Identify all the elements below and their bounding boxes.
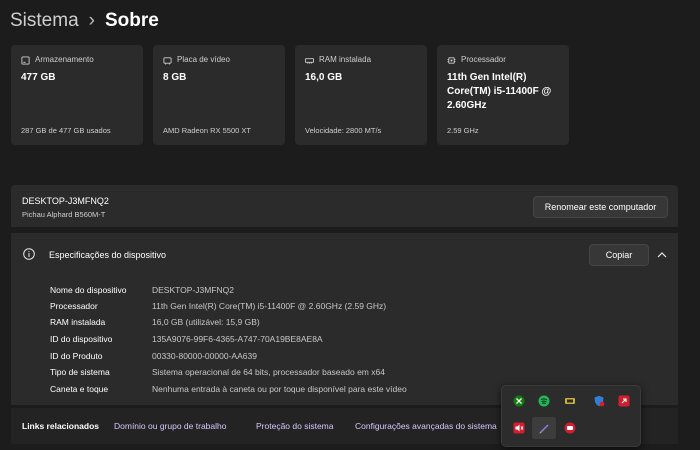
spec-value: Nenhuma entrada à caneta ou por toque di… (152, 384, 407, 394)
copy-button[interactable]: Copiar (589, 244, 649, 266)
spec-key: Nome do dispositivo (50, 285, 127, 295)
card-label: Armazenamento (35, 55, 94, 64)
card-value: 477 GB (21, 72, 56, 83)
storage-card[interactable]: Armazenamento 477 GB 287 GB de 477 GB us… (11, 45, 143, 145)
spec-key: ID do Produto (50, 351, 103, 361)
spec-key: Caneta e toque (50, 384, 109, 394)
storage-icon (21, 56, 30, 65)
cpu-card[interactable]: Processador 11th Gen Intel(R) Core(TM) i… (437, 45, 569, 145)
gpu-card[interactable]: Placa de vídeo 8 GB AMD Radeon RX 5500 X… (153, 45, 285, 145)
card-value: 16,0 GB (305, 72, 343, 83)
card-detail: 2.59 GHz (447, 126, 479, 135)
link-advanced-system-settings[interactable]: Configurações avançadas do sistema (355, 421, 497, 431)
amd-software-icon[interactable] (564, 422, 576, 434)
card-detail: 287 GB de 477 GB usados (21, 126, 111, 135)
card-label: RAM instalada (319, 55, 372, 64)
spec-value: Sistema operacional de 64 bits, processa… (152, 367, 385, 377)
card-detail: AMD Radeon RX 5500 XT (163, 126, 251, 135)
spec-value: 16,0 GB (utilizável: 15,9 GB) (152, 317, 260, 327)
link-domain-workgroup[interactable]: Domínio ou grupo de trabalho (114, 421, 226, 431)
rename-pc-button[interactable]: Renomear este computador (533, 196, 668, 218)
cpu-icon (447, 57, 456, 64)
link-system-protection[interactable]: Proteção do sistema (256, 421, 333, 431)
spec-key: RAM instalada (50, 317, 106, 327)
spec-key: Tipo de sistema (50, 367, 110, 377)
pen-icon[interactable] (538, 422, 550, 434)
card-label: Placa de vídeo (177, 55, 230, 64)
defender-icon[interactable] (593, 395, 605, 407)
ram-card[interactable]: RAM instalada 16,0 GB Velocidade: 2800 M… (295, 45, 427, 145)
spotify-icon[interactable] (538, 395, 550, 407)
xbox-icon[interactable] (513, 395, 525, 407)
amd-icon[interactable] (618, 395, 630, 407)
breadcrumb-separator: › (88, 10, 95, 31)
spec-key: ID do dispositivo (50, 334, 113, 344)
device-specs-header[interactable]: Especificações do dispositivo Copiar (11, 233, 678, 277)
breadcrumb: Sistema › Sobre (10, 8, 159, 34)
spec-value: 00330-80000-00000-AA639 (152, 351, 257, 361)
related-links-title: Links relacionados (22, 421, 99, 431)
device-specs-title: Especificações do dispositivo (49, 250, 167, 260)
spec-value: DESKTOP-J3MFNQ2 (152, 285, 235, 295)
gpu-icon (163, 57, 172, 65)
spec-value: 11th Gen Intel(R) Core(TM) i5-11400F @ 2… (152, 301, 387, 311)
device-name-card: DESKTOP-J3MFNQ2 Pichau Alphard B560M-T R… (11, 185, 678, 227)
device-name: DESKTOP-J3MFNQ2 (22, 196, 109, 206)
page-title: Sobre (104, 10, 159, 31)
info-icon (23, 248, 35, 260)
speaker-muted-icon[interactable] (513, 422, 525, 434)
ram-icon (305, 58, 314, 64)
device-model: Pichau Alphard B560M-T (22, 210, 106, 219)
nvidia-icon[interactable] (564, 395, 576, 407)
card-value: 8 GB (163, 72, 187, 83)
spec-key: Processador (50, 301, 98, 311)
tray-overflow-flyout (501, 385, 641, 447)
card-detail: Velocidade: 2800 MT/s (305, 126, 382, 135)
card-value: 11th Gen Intel(R) Core(TM) i5-11400F @ 2… (447, 72, 552, 111)
card-label: Processador (461, 55, 506, 64)
chevron-up-icon[interactable] (657, 251, 667, 259)
spec-value: 135A9076-99F6-4365-A747-70A19BE8AE8A (152, 334, 323, 344)
breadcrumb-parent[interactable]: Sistema (10, 10, 79, 32)
